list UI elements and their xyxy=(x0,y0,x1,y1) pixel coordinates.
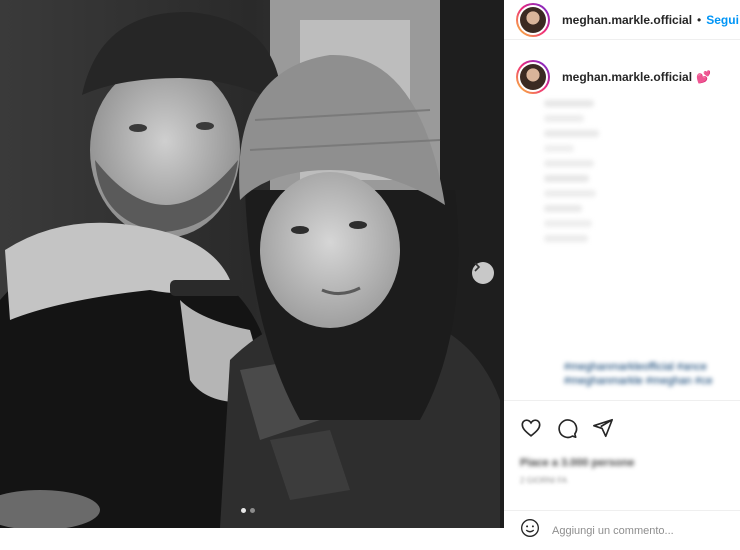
likes-count[interactable]: Piace a 3.000 persone xyxy=(520,457,634,469)
caption-text-blurred xyxy=(544,100,604,250)
heart-icon[interactable] xyxy=(520,417,542,439)
emoji-icon[interactable] xyxy=(520,518,540,543)
caption-username[interactable]: meghan.markle.official xyxy=(562,70,692,84)
caption-row: meghan.markle.official 💕 xyxy=(516,60,711,94)
carousel-next-button[interactable] xyxy=(472,262,494,284)
post-photo[interactable] xyxy=(0,0,504,528)
caption-hashtags[interactable]: #meghanmarkleofficial #ance #meghanmarkl… xyxy=(564,360,740,388)
avatar[interactable] xyxy=(516,2,550,37)
post-header: meghan.markle.official • Segui xyxy=(504,0,740,40)
separator-dot: • xyxy=(697,12,702,27)
carousel-dot-active xyxy=(241,508,246,513)
post-side-panel: meghan.markle.official • Segui meghan.ma… xyxy=(504,0,740,550)
caption-avatar[interactable] xyxy=(516,60,550,94)
post-date: 2 GIORNI FA xyxy=(520,476,568,485)
caption-emoji: 💕 xyxy=(696,70,711,84)
comment-bar xyxy=(504,510,740,550)
post-actions: Piace a 3.000 persone 2 GIORNI FA xyxy=(504,400,740,512)
carousel-dot xyxy=(250,508,255,513)
comment-icon[interactable] xyxy=(556,417,578,439)
hashtag-line[interactable]: #meghanmarkleofficial #ance xyxy=(564,360,740,374)
comment-input[interactable] xyxy=(552,524,732,537)
photo-image xyxy=(0,0,504,528)
header-username[interactable]: meghan.markle.official xyxy=(562,13,692,27)
share-icon[interactable] xyxy=(592,417,614,439)
follow-button[interactable]: Segui xyxy=(706,13,739,27)
hashtag-line[interactable]: #meghanmarkle #meghan #ce xyxy=(564,374,740,388)
carousel-indicator xyxy=(241,508,255,513)
